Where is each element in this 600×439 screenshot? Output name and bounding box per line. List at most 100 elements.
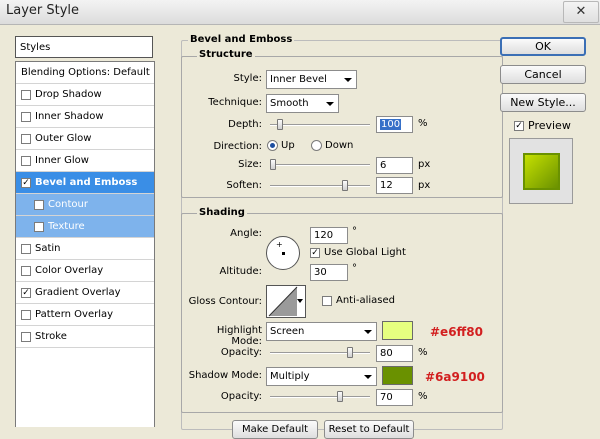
depth-slider-track[interactable] (270, 124, 370, 126)
soften-input[interactable]: 12 (376, 177, 413, 194)
sidebar-item-label: Pattern Overlay (35, 309, 114, 320)
sidebar-item[interactable]: Color Overlay (16, 260, 154, 282)
sidebar-item[interactable]: Texture (16, 216, 154, 238)
make-default-label: Make Default (241, 424, 309, 435)
sidebar-item-checkbox[interactable] (21, 134, 31, 144)
preview-checkbox[interactable]: ✓ (514, 121, 524, 131)
sidebar-item-checkbox[interactable] (21, 266, 31, 276)
direction-down-radio[interactable] (311, 140, 322, 151)
sidebar-item-checkbox[interactable]: ✓ (21, 288, 31, 298)
sidebar-item[interactable]: Inner Shadow (16, 106, 154, 128)
angle-value: 120 (314, 230, 334, 241)
highlight-opacity-slider-track[interactable] (270, 352, 370, 354)
altitude-input[interactable]: 30 (310, 264, 348, 281)
shadow-opacity-label: Opacity: (220, 391, 262, 402)
sidebar-item[interactable]: Stroke (16, 326, 154, 348)
direction-down-label[interactable]: Down (325, 140, 353, 151)
anti-aliased-label[interactable]: Anti-aliased (336, 295, 395, 306)
new-style-button[interactable]: New Style... (500, 93, 586, 112)
sidebar-item-checkbox[interactable] (21, 310, 31, 320)
checkmark-icon: ✓ (22, 288, 30, 298)
shadow-color-swatch[interactable] (382, 366, 413, 385)
sidebar-item-label: Drop Shadow (35, 89, 102, 100)
reset-to-default-button[interactable]: Reset to Default (324, 420, 414, 439)
depth-input[interactable]: 100 (376, 116, 413, 133)
cancel-button[interactable]: Cancel (500, 65, 586, 84)
soften-slider-thumb[interactable] (342, 180, 348, 191)
sidebar-item[interactable]: Satin (16, 238, 154, 260)
sidebar-item[interactable]: Pattern Overlay (16, 304, 154, 326)
styles-header[interactable]: Styles (15, 36, 153, 58)
sidebar-item-label: Blending Options: Default (21, 67, 150, 78)
title-bar: Layer Style ✕ (0, 0, 600, 25)
sidebar-item-checkbox[interactable] (21, 244, 31, 254)
gloss-contour-picker[interactable] (266, 285, 306, 318)
preview-label[interactable]: Preview (528, 119, 571, 132)
chevron-down-icon (344, 78, 352, 82)
use-global-light-checkbox[interactable]: ✓ (310, 248, 320, 258)
ok-button[interactable]: OK (500, 37, 586, 56)
sidebar-item-checkbox[interactable]: ✓ (21, 178, 31, 188)
preview-swatch (523, 153, 560, 190)
checkmark-icon: ✓ (22, 178, 30, 188)
soften-label: Soften: (226, 180, 262, 191)
use-global-light-label[interactable]: Use Global Light (324, 247, 406, 258)
cancel-label: Cancel (524, 68, 562, 81)
ok-label: OK (535, 40, 551, 53)
depth-unit: % (418, 118, 428, 129)
sidebar-item[interactable]: Contour (16, 194, 154, 216)
sidebar-item[interactable]: Inner Glow (16, 150, 154, 172)
chevron-down-icon (326, 102, 334, 106)
sidebar-item-checkbox[interactable] (21, 112, 31, 122)
angle-dial[interactable]: + (266, 236, 300, 270)
shadow-opacity-slider-thumb[interactable] (337, 391, 343, 402)
shadow-opacity-slider-track[interactable] (270, 396, 370, 398)
direction-up-label[interactable]: Up (281, 140, 295, 151)
direction-up-radio[interactable] (267, 140, 278, 151)
sidebar-item-label: Inner Glow (35, 155, 89, 166)
depth-slider-thumb[interactable] (277, 119, 283, 130)
sidebar-item-checkbox[interactable] (21, 156, 31, 166)
altitude-label: Altitude: (219, 266, 262, 277)
style-dropdown[interactable]: Inner Bevel (266, 70, 357, 89)
sidebar-item[interactable]: Outer Glow (16, 128, 154, 150)
shadow-hex-annotation: #6a9100 (425, 370, 485, 384)
size-slider-track[interactable] (270, 164, 370, 166)
shadow-mode-dropdown[interactable]: Multiply (266, 367, 377, 386)
sidebar-item-label: Satin (35, 243, 61, 254)
chevron-down-icon (297, 299, 303, 303)
highlight-mode-dropdown[interactable]: Screen (266, 322, 377, 341)
shadow-opacity-input[interactable]: 70 (376, 389, 413, 406)
size-input[interactable]: 6 (376, 157, 413, 174)
depth-label: Depth: (228, 119, 262, 130)
close-button[interactable]: ✕ (563, 1, 599, 23)
sidebar-item-checkbox[interactable] (34, 222, 44, 232)
sidebar-item[interactable]: ✓ Bevel and Emboss (16, 172, 154, 194)
sidebar-item-checkbox[interactable] (34, 200, 44, 210)
highlight-opacity-input[interactable]: 80 (376, 345, 413, 362)
size-slider-thumb[interactable] (270, 159, 276, 170)
anti-aliased-checkbox[interactable] (322, 296, 332, 306)
soften-slider-track[interactable] (270, 185, 370, 187)
sidebar-item-checkbox[interactable] (21, 332, 31, 342)
sidebar-item-checkbox[interactable] (21, 90, 31, 100)
style-label: Style: (233, 73, 263, 84)
highlight-color-swatch[interactable] (382, 321, 413, 340)
technique-dropdown[interactable]: Smooth (266, 94, 339, 113)
highlight-opacity-unit: % (418, 347, 428, 358)
technique-value: Smooth (270, 98, 309, 109)
sidebar-item-label: Texture (48, 221, 85, 232)
highlight-opacity-slider-thumb[interactable] (347, 347, 353, 358)
sidebar-item-label: Outer Glow (35, 133, 92, 144)
angle-input[interactable]: 120 (310, 227, 348, 244)
angle-dial-center (282, 252, 285, 255)
make-default-button[interactable]: Make Default (232, 420, 318, 439)
sidebar-item[interactable]: Drop Shadow (16, 84, 154, 106)
sidebar-item[interactable]: Blending Options: Default (16, 62, 154, 84)
style-value: Inner Bevel (270, 74, 327, 85)
checkmark-icon: ✓ (311, 248, 319, 258)
shadow-mode-value: Multiply (270, 371, 310, 382)
shadow-mode-label: Shadow Mode: (188, 370, 262, 381)
sidebar-item[interactable]: ✓ Gradient Overlay (16, 282, 154, 304)
highlight-opacity-label: Opacity: (220, 347, 262, 358)
